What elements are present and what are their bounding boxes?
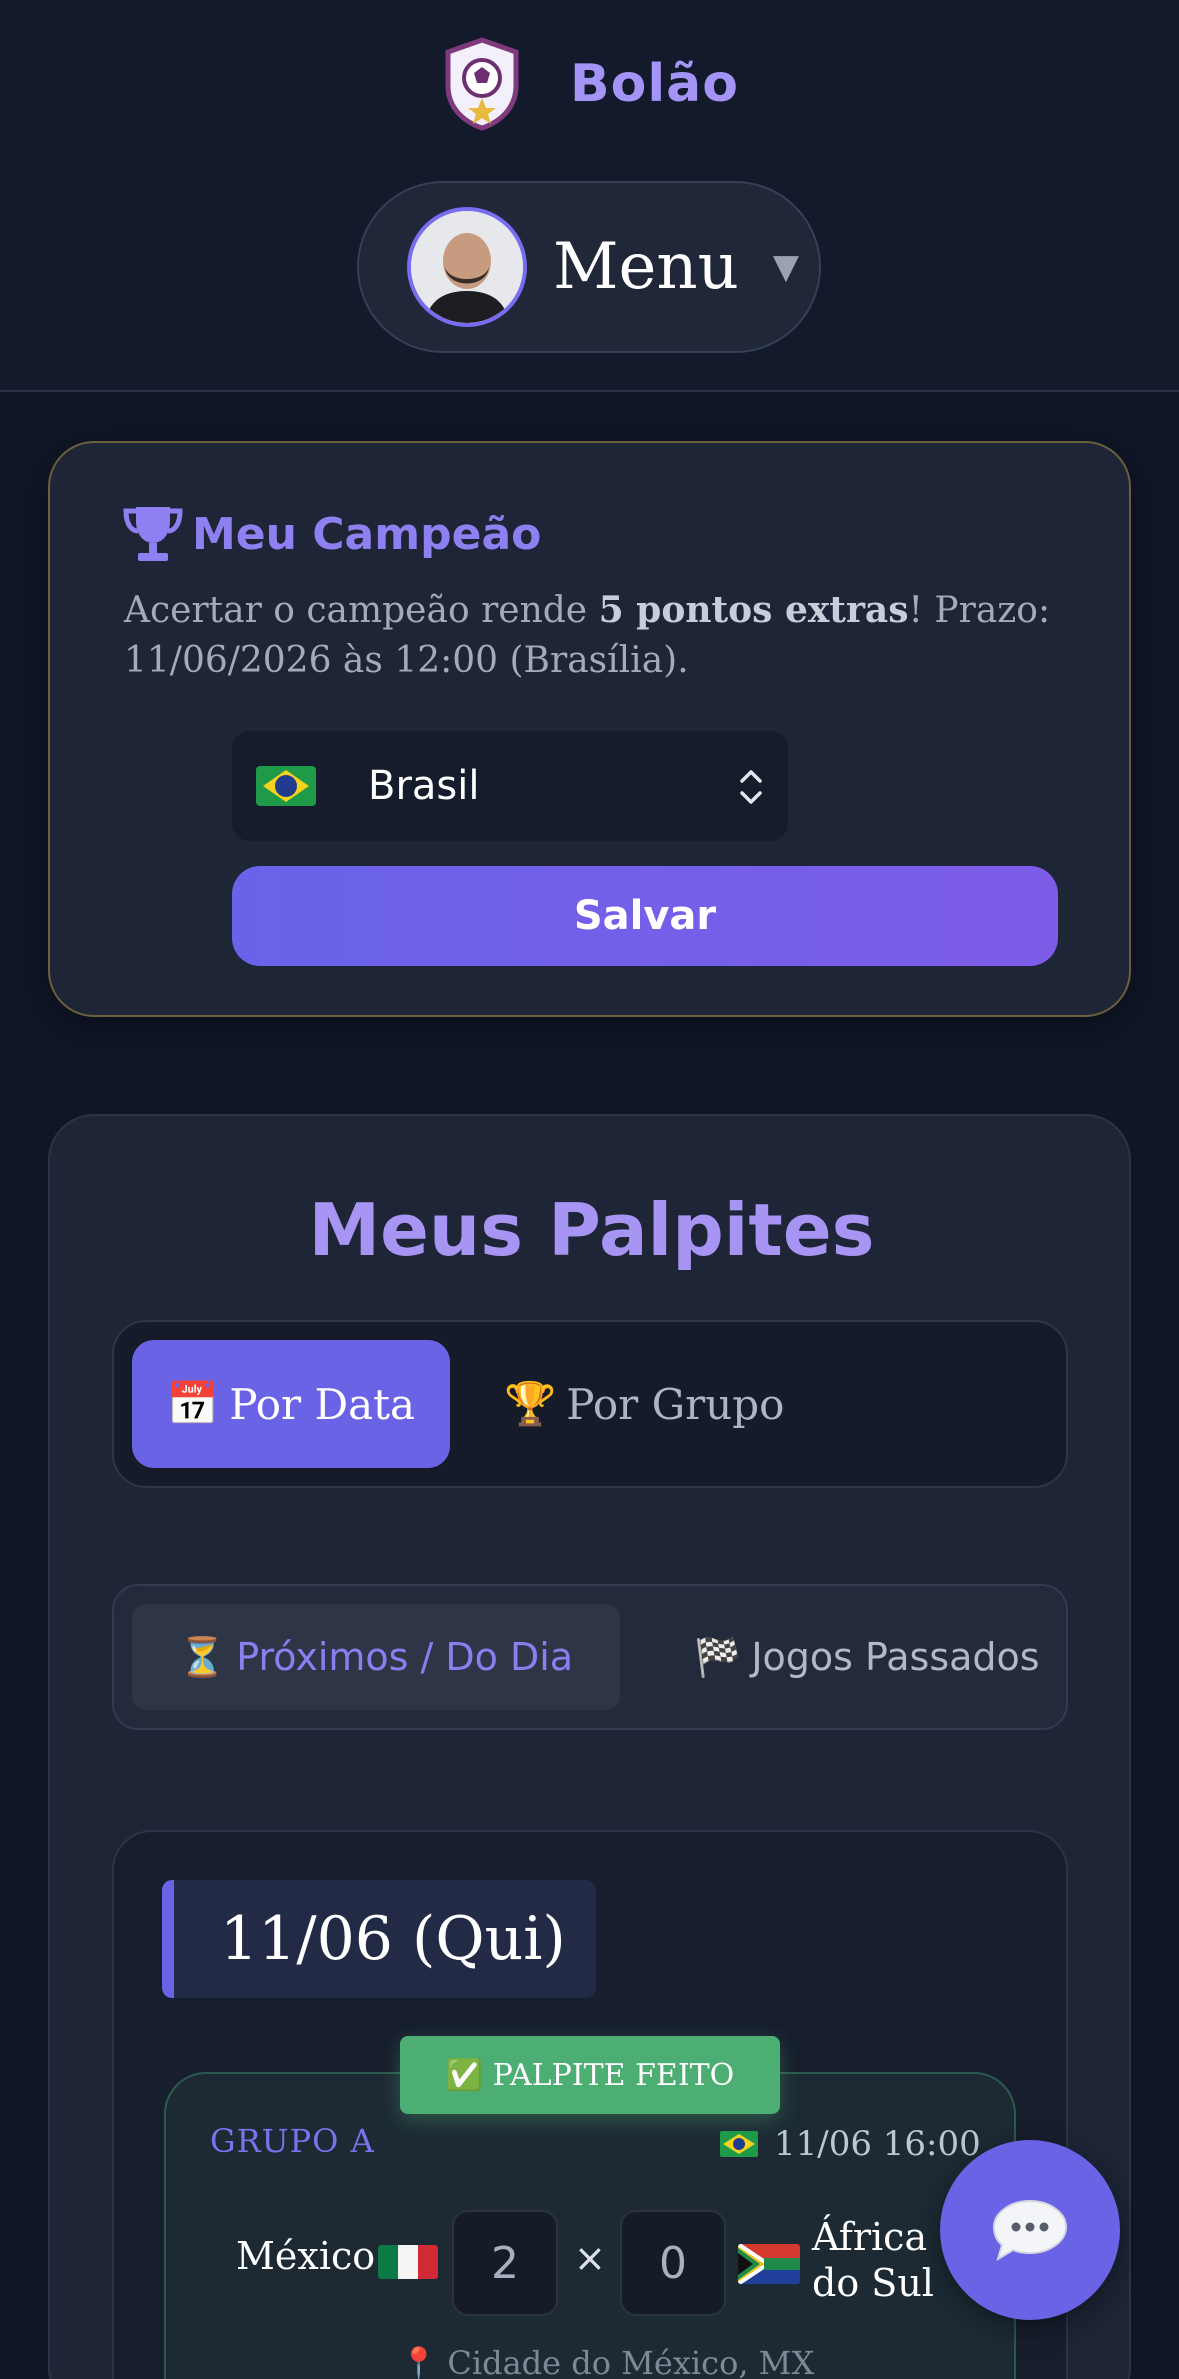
view-tabs: 📅 Por Data 🏆 Por Grupo xyxy=(112,1320,1068,1488)
tab-proximos[interactable]: ⏳ Próximos / Do Dia xyxy=(132,1604,620,1710)
status-badge: ✅ PALPITE FEITO xyxy=(400,2036,780,2114)
selected-team: Brasil xyxy=(368,763,480,809)
champion-title-text: Meu Campeão xyxy=(192,508,542,560)
home-score-input[interactable]: 2 xyxy=(452,2210,558,2316)
brazil-flag-icon xyxy=(256,766,316,806)
trophy-icon xyxy=(123,507,183,561)
match-datetime: 11/06 16:00 xyxy=(720,2124,981,2164)
chat-button[interactable] xyxy=(940,2140,1120,2320)
save-button[interactable]: Salvar xyxy=(232,866,1058,966)
tab-label: Por Data xyxy=(229,1379,416,1429)
match-venue: 📍 Cidade do México, MX xyxy=(400,2344,814,2379)
venue-text: Cidade do México, MX xyxy=(447,2344,815,2379)
trophy-icon: 🏆 xyxy=(504,1379,557,1428)
home-team: México xyxy=(236,2234,376,2278)
brazil-flag-icon xyxy=(720,2131,758,2157)
champion-title: Meu Campeão xyxy=(122,503,541,565)
user-avatar-icon xyxy=(411,211,523,323)
away-team-line2: do Sul xyxy=(812,2261,934,2305)
score-separator: × xyxy=(574,2236,606,2280)
away-team-line1: África xyxy=(812,2215,928,2259)
checkered-flag-icon: 🏁 xyxy=(694,1634,742,1679)
menu-label: Menu xyxy=(553,230,739,304)
tab-por-data[interactable]: 📅 Por Data xyxy=(132,1340,450,1468)
champion-description: Acertar o campeão rende 5 pontos extras!… xyxy=(124,585,1064,686)
brand[interactable]: Bolão xyxy=(440,34,739,134)
location-pin-icon: 📍 xyxy=(400,2345,438,2379)
top-bar: Bolão Menu ▼ xyxy=(0,0,1179,392)
tab-label: Próximos / Do Dia xyxy=(236,1635,574,1679)
south-africa-flag-icon xyxy=(738,2244,800,2284)
champion-select[interactable]: Brasil xyxy=(232,731,788,841)
app-name: Bolão xyxy=(570,54,739,114)
select-arrows-icon xyxy=(740,770,762,804)
tab-label: Por Grupo xyxy=(566,1379,785,1429)
speech-bubble-icon xyxy=(992,2199,1068,2262)
tab-jogos-passados[interactable]: 🏁 Jogos Passados xyxy=(694,1604,1040,1710)
desc-bold: 5 pontos extras xyxy=(598,589,909,631)
chevron-down-icon: ▼ xyxy=(772,247,799,287)
tab-por-grupo[interactable]: 🏆 Por Grupo xyxy=(504,1340,824,1468)
mexico-flag-icon xyxy=(378,2245,438,2279)
calendar-icon: 📅 xyxy=(166,1379,220,1428)
desc-text: Acertar o campeão rende xyxy=(124,590,599,631)
avatar xyxy=(407,207,527,327)
date-heading: 11/06 (Qui) xyxy=(162,1880,596,1998)
hourglass-icon: ⏳ xyxy=(178,1634,227,1679)
menu-button[interactable]: Menu ▼ xyxy=(357,181,821,353)
away-score-input[interactable]: 0 xyxy=(620,2210,726,2316)
datetime-text: 11/06 16:00 xyxy=(774,2124,981,2164)
champion-card: Meu Campeão Acertar o campeão rende 5 po… xyxy=(48,441,1131,1017)
tab-label: Jogos Passados xyxy=(751,1635,1040,1679)
away-team: África do Sul xyxy=(812,2214,934,2306)
shield-soccer-logo-icon xyxy=(445,37,519,131)
filter-tabs: ⏳ Próximos / Do Dia 🏁 Jogos Passados xyxy=(112,1584,1068,1730)
palpites-title: Meus Palpites xyxy=(308,1188,875,1272)
match-group: GRUPO A xyxy=(210,2122,375,2160)
